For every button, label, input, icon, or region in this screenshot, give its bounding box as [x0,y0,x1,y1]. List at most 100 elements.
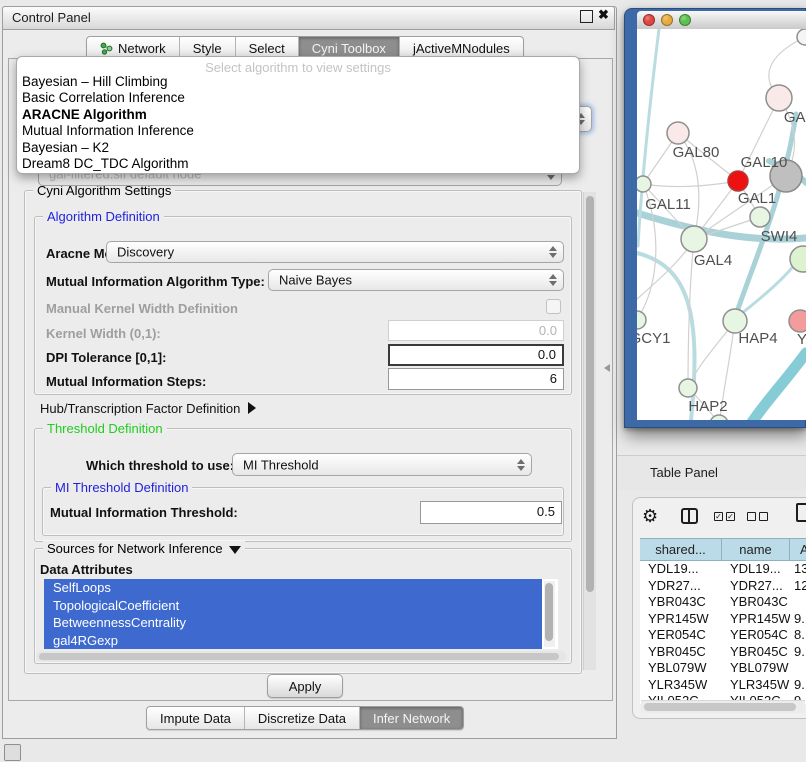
table-row[interactable]: YDR27...YDR27...12 [640,578,806,595]
gear-icon[interactable]: ⚙ [642,507,658,525]
tab-label: Style [193,41,222,56]
mi-steps-field[interactable]: 6 [388,368,564,390]
attribute-item[interactable]: SelfLoops [44,579,542,597]
split-divider-handle-icon[interactable] [604,364,610,372]
attributes-vscrollbar[interactable] [544,581,555,647]
network-node-GCY1[interactable] [637,311,646,329]
attributes-vscrollbar-thumb[interactable] [545,583,553,641]
attributes-hscrollbar-thumb[interactable] [39,653,559,660]
mi-threshold-title: MI Threshold Definition [51,480,192,495]
table-cell: 9. [790,611,806,628]
column-header[interactable]: A [790,538,806,561]
table-row[interactable]: YDL19...YDL19...13 [640,561,806,578]
network-node-GAL7[interactable] [766,85,792,111]
deselect-all-icon[interactable] [747,512,768,521]
table-hscrollbar[interactable] [641,700,805,713]
network-node-GAL1[interactable] [750,207,770,227]
dpi-tolerance-label: DPI Tolerance [0,1]: [46,350,166,365]
control-panel-title: Control Panel [12,10,91,25]
algorithm-option[interactable]: Bayesian – Hill Climbing [17,74,579,90]
network-canvas[interactable]: GAL7GAL80GAL10GAL11GAL1GAL4SWI4GCY1HAP4Y… [637,29,806,420]
algorithm-option[interactable]: Bayesian – K2 [17,140,579,156]
node-table: shared...nameA YDL19...YDL19...13YDR27..… [640,538,806,704]
node-label-GAL11: GAL11 [645,196,691,213]
table-cell: YPR145W [722,611,790,628]
algorithm-option[interactable]: ARACNE Algorithm [17,107,579,123]
zoom-traffic-light-icon[interactable] [679,14,691,26]
manual-kernel-checkbox[interactable] [546,299,561,314]
algorithm-option[interactable]: Mutual Information Inference [17,123,579,139]
which-threshold-combo[interactable]: MI Threshold [232,453,532,476]
mi-threshold-field[interactable]: 0.5 [420,501,562,524]
attribute-item[interactable]: TopologicalCoefficient [44,597,542,615]
table-cell: 9. [790,644,806,661]
file-icon[interactable] [796,503,806,522]
network-icon [100,42,113,55]
table-cell: YDR27... [722,578,790,595]
apply-button[interactable]: Apply [267,674,343,698]
mi-type-combo[interactable]: Naive Bayes [268,269,564,291]
network-edge[interactable] [747,353,806,420]
kernel-width-field[interactable]: 0.0 [388,320,564,341]
network-node-GAL4[interactable] [681,226,707,252]
table-row[interactable]: YER054CYER054C8. [640,627,806,644]
attributes-hscrollbar[interactable] [36,651,566,662]
attribute-item[interactable]: BetweennessCentrality [44,614,542,632]
sources-title[interactable]: Sources for Network Inference [43,541,245,556]
algorithm-dropdown-popup: Select algorithm to view settings Bayesi… [16,56,580,174]
network-edge[interactable] [643,181,738,187]
settings-scrollbar[interactable] [583,192,596,670]
control-panel-titlebar[interactable] [2,6,615,30]
network-edge[interactable] [741,258,800,314]
which-threshold-value: MI Threshold [243,457,319,472]
hub-definition-expander[interactable]: Hub/Transcription Factor Definition [40,401,256,416]
mi-steps-label: Mutual Information Steps: [46,374,206,389]
float-window-icon[interactable] [580,10,593,23]
tab-infer-network[interactable]: Infer Network [360,707,463,729]
mi-type-value: Naive Bayes [279,273,352,288]
stepper-arrows-icon [517,459,525,471]
settings-scrollbar-thumb[interactable] [586,196,594,592]
tab-label: Infer Network [373,711,450,726]
network-node-Y-partial[interactable] [789,310,806,332]
minimize-traffic-light-icon[interactable] [661,14,673,26]
table-row[interactable]: YBR045CYBR045C9. [640,644,806,661]
network-node-top-partial[interactable] [797,29,806,45]
network-window-titlebar[interactable] [637,11,806,30]
tab-discretize-data[interactable]: Discretize Data [245,707,360,729]
close-icon[interactable]: ✖ [598,7,609,23]
select-all-icon[interactable]: ✓✓ [714,512,735,521]
table-cell: YLR345W [722,677,790,694]
table-header-row: shared...nameA [640,538,806,561]
algorithm-option[interactable]: Basic Correlation Inference [17,90,579,106]
tab-impute-data[interactable]: Impute Data [147,707,245,729]
tab-label: Cyni Toolbox [312,41,386,56]
network-node-GAL80[interactable] [667,122,689,144]
table-panel-titlebar[interactable]: Table Panel [617,455,806,490]
network-node-GAL11[interactable] [637,176,651,192]
table-row[interactable]: YBL079WYBL079W [640,660,806,677]
algorithm-definition-title: Algorithm Definition [43,209,164,224]
table-hscrollbar-thumb[interactable] [644,703,796,711]
table-row[interactable]: YLR345WYLR345W9. [640,677,806,694]
column-header[interactable]: shared... [640,538,722,561]
node-label-SWI4: SWI4 [761,228,798,245]
hub-definition-label: Hub/Transcription Factor Definition [40,401,240,416]
minimized-panel-icon[interactable] [4,744,21,761]
table-cell [790,594,806,611]
table-row[interactable]: YBR043CYBR043C [640,594,806,611]
columns-icon[interactable] [681,508,698,524]
close-traffic-light-icon[interactable] [643,14,655,26]
table-cell [790,660,806,677]
aracne-mode-combo[interactable]: Discovery [106,241,564,263]
attribute-item[interactable]: gal4RGexp [44,632,542,650]
algorithm-option[interactable]: Dream8 DC_TDC Algorithm [17,156,579,172]
table-cell: YDL19... [722,561,790,578]
table-row[interactable]: YPR145WYPR145W9. [640,611,806,628]
network-node-GAL10[interactable] [728,171,748,191]
column-header[interactable]: name [722,538,790,561]
manual-kernel-label: Manual Kernel Width Definition [46,301,238,316]
screen: Control Panel ✖ NetworkStyleSelectCyni T… [0,0,806,762]
dpi-tolerance-field[interactable]: 0.0 [388,344,564,366]
network-node-HAP2[interactable] [679,379,697,397]
